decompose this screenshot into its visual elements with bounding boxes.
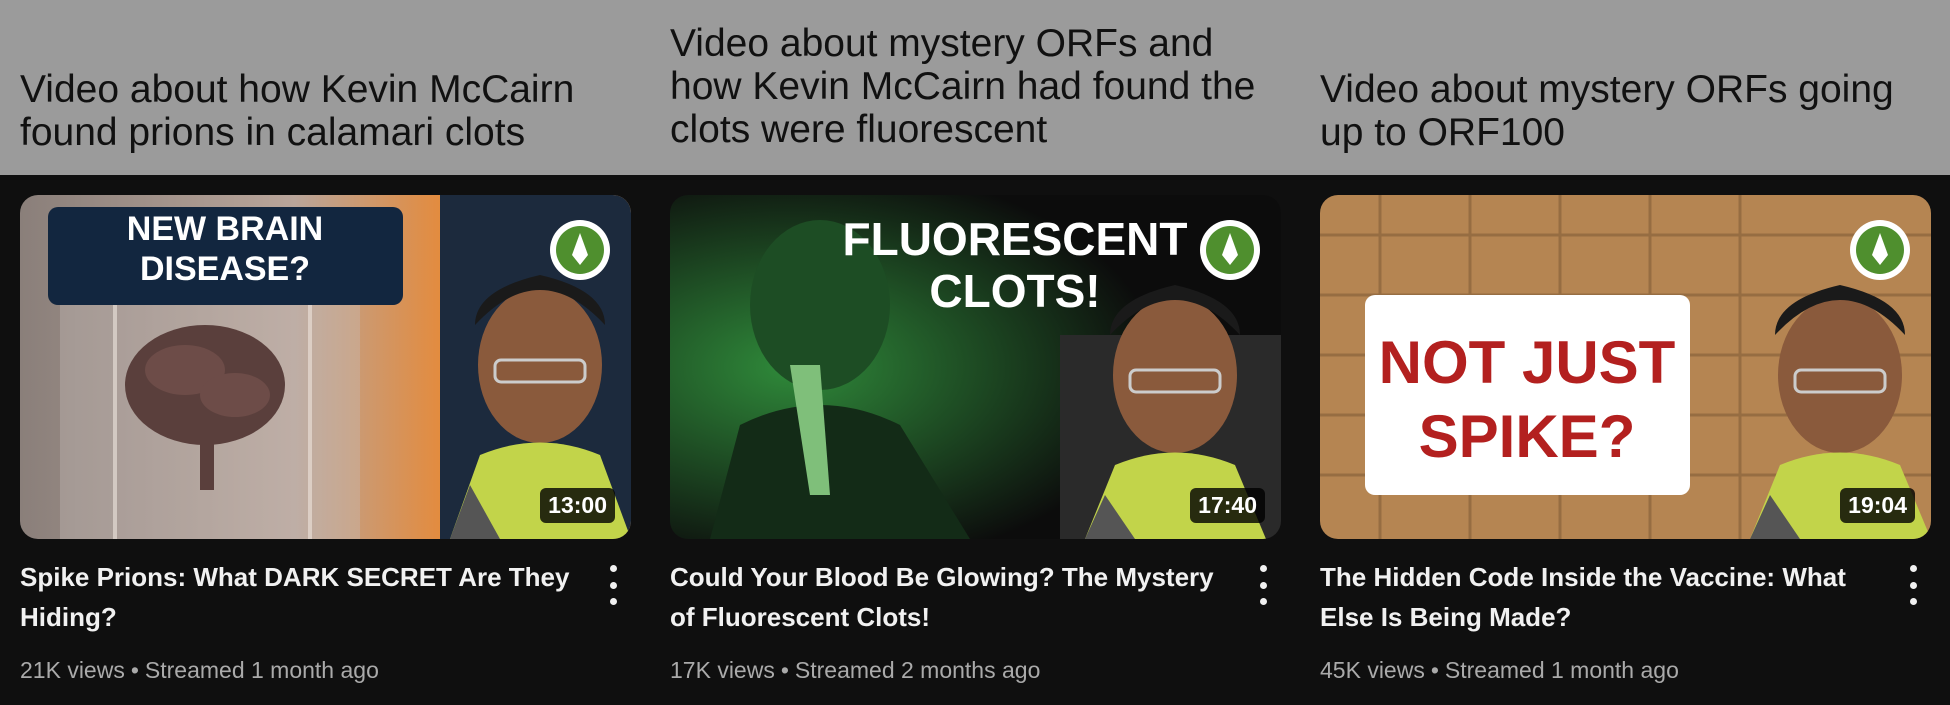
annotation-2: Video about mystery ORFs and how Kevin M… <box>670 22 1256 151</box>
video-meta: 45K views • Streamed 1 month ago <box>1320 657 1679 684</box>
video-meta: 21K views • Streamed 1 month ago <box>20 657 379 684</box>
view-count: 45K views <box>1320 657 1425 683</box>
separator: • <box>780 657 789 683</box>
duration-badge: 19:04 <box>1840 488 1915 523</box>
video-title[interactable]: Spike Prions: What DARK SECRET Are They … <box>20 557 580 637</box>
more-options-button[interactable] <box>1903 565 1923 605</box>
separator: • <box>1430 657 1439 683</box>
annotation-3: Video about mystery ORFs going up to ORF… <box>1320 68 1894 154</box>
more-options-button[interactable] <box>1253 565 1273 605</box>
video-card[interactable]: NOT JUST SPIKE? 19:04 The Hidden Code In… <box>1320 195 1931 683</box>
video-thumbnail[interactable]: NOT JUST SPIKE? 19:04 <box>1320 195 1931 539</box>
video-grid: NEW BRAIN DISEASE? 13:00 Spike Prions: W… <box>0 175 1950 705</box>
thumb-text-line1: NEW BRAIN <box>127 210 323 248</box>
vertical-ellipsis-icon <box>1909 565 1917 572</box>
thumb-text-line2: CLOTS! <box>929 265 1100 317</box>
stream-age: Streamed 1 month ago <box>1444 657 1679 683</box>
separator: • <box>130 657 139 683</box>
video-title[interactable]: The Hidden Code Inside the Vaccine: What… <box>1320 557 1880 637</box>
video-meta: 17K views • Streamed 2 months ago <box>670 657 1040 684</box>
stream-age: Streamed 2 months ago <box>794 657 1041 683</box>
thumb-text-line1: NOT JUST <box>1379 329 1676 396</box>
annotation-bar: Video about how Kevin McCairn found prio… <box>0 0 1950 175</box>
vertical-ellipsis-icon <box>609 565 617 572</box>
duration-badge: 17:40 <box>1190 488 1265 523</box>
thumb-text-line2: SPIKE? <box>1419 403 1636 470</box>
annotation-1: Video about how Kevin McCairn found prio… <box>20 68 575 154</box>
view-count: 21K views <box>20 657 125 683</box>
thumb-text-line1: FLUORESCENT <box>843 213 1188 265</box>
video-card[interactable]: NEW BRAIN DISEASE? 13:00 Spike Prions: W… <box>20 195 631 683</box>
video-thumbnail[interactable]: NEW BRAIN DISEASE? 13:00 <box>20 195 631 539</box>
more-options-button[interactable] <box>603 565 623 605</box>
duration-badge: 13:00 <box>540 488 615 523</box>
stream-age: Streamed 1 month ago <box>144 657 379 683</box>
video-thumbnail[interactable]: FLUORESCENT CLOTS! 17:40 <box>670 195 1281 539</box>
vertical-ellipsis-icon <box>1259 565 1267 572</box>
video-title[interactable]: Could Your Blood Be Glowing? The Mystery… <box>670 557 1230 637</box>
video-card[interactable]: FLUORESCENT CLOTS! 17:40 Could Your Bloo… <box>670 195 1281 683</box>
thumb-text-line2: DISEASE? <box>140 250 310 288</box>
view-count: 17K views <box>670 657 775 683</box>
